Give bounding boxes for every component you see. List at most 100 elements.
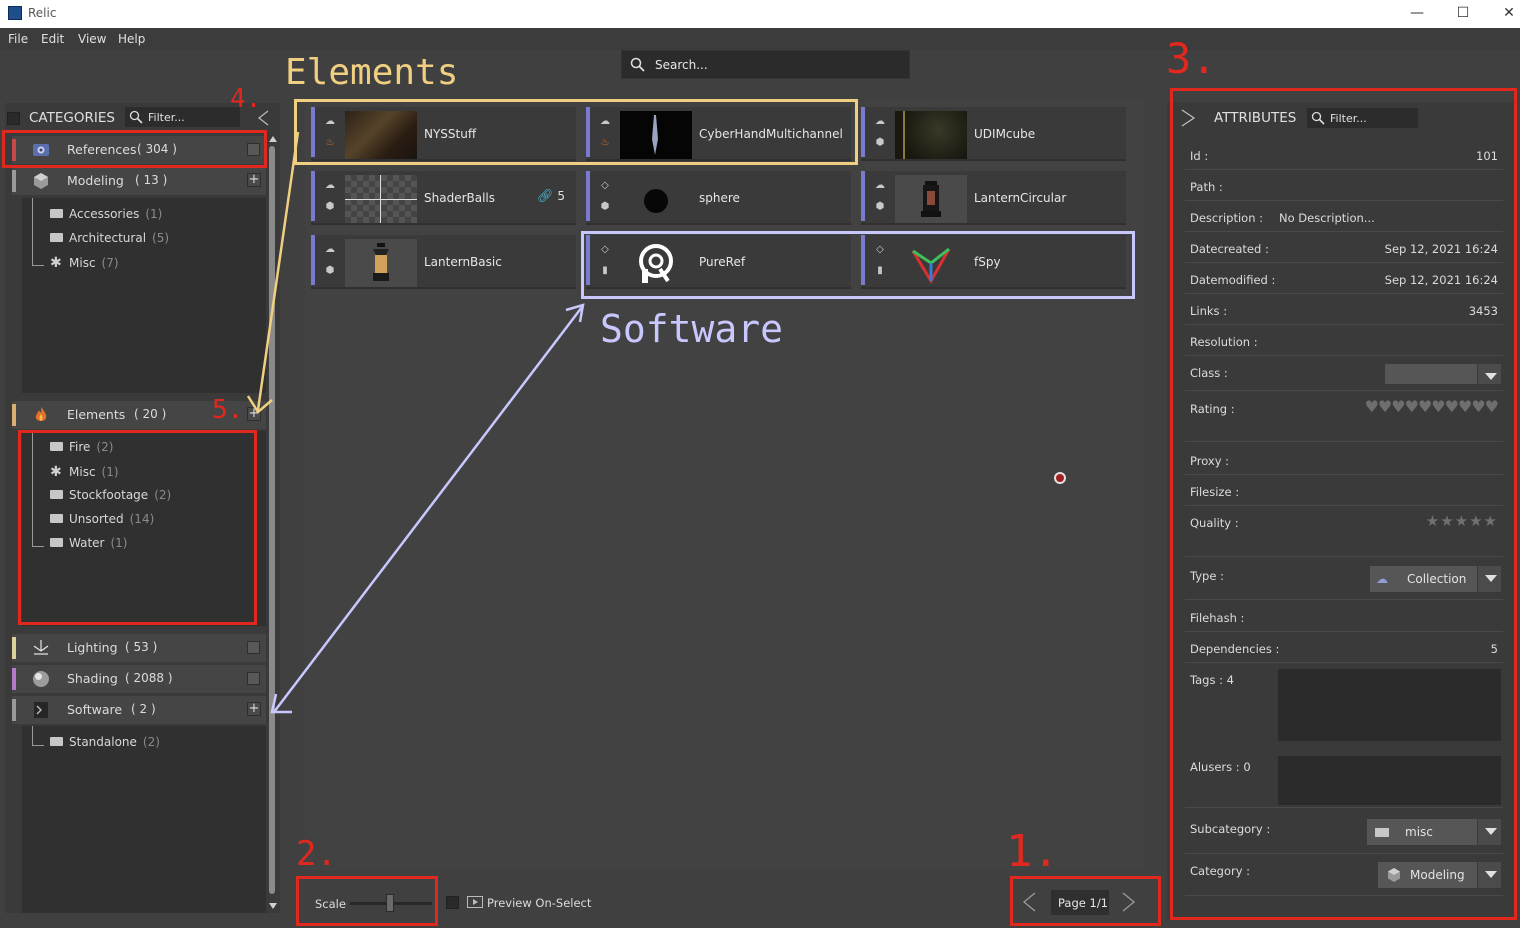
subcategory-count: (2) xyxy=(142,735,160,749)
minimize-button[interactable]: — xyxy=(1394,3,1440,25)
asset-tile[interactable]: ☁ ⬢ UDIMcube xyxy=(861,107,1126,161)
scrollbar-thumb[interactable] xyxy=(269,146,275,894)
category-color-swatch xyxy=(12,170,16,192)
menu-file[interactable]: File xyxy=(8,32,28,46)
asset-grid: ☁ ♨ NYSStuff ☁ ♨ CyberHandMultichannel ☁… xyxy=(305,100,1145,870)
subcategory-accessories[interactable]: Accessories (1) xyxy=(50,207,162,225)
asterisk-icon: ✱ xyxy=(50,255,62,271)
annotation-box-pagination xyxy=(1010,876,1161,926)
collection-icon: ☁ xyxy=(325,180,335,191)
category-color-swatch xyxy=(12,404,16,426)
add-subcategory-button[interactable]: + xyxy=(247,702,261,716)
search-input[interactable]: Search... xyxy=(621,50,910,79)
category-label: Shading xyxy=(67,671,118,686)
folder-icon xyxy=(50,737,63,746)
menu-view[interactable]: View xyxy=(78,32,106,46)
mouse-cursor xyxy=(1054,472,1066,484)
asset-thumbnail xyxy=(345,239,417,287)
asset-tile[interactable]: ◇ ⬢ sphere xyxy=(586,171,851,225)
subcategory-standalone[interactable]: Standalone (2) xyxy=(50,735,160,753)
categories-toggle-checkbox[interactable] xyxy=(7,112,20,125)
scroll-up-icon[interactable] xyxy=(269,136,277,142)
links-badge: 🔗︎ 5 xyxy=(537,189,565,204)
folder-icon xyxy=(50,209,63,218)
menu-help[interactable]: Help xyxy=(118,32,145,46)
category-checkbox[interactable] xyxy=(247,641,260,654)
category-color-swatch xyxy=(12,699,16,721)
category-label: Modeling xyxy=(67,173,124,188)
cube-icon: ⬢ xyxy=(325,265,335,276)
subcategory-count: (7) xyxy=(101,256,119,270)
filter-placeholder: Filter... xyxy=(148,111,185,124)
eye-icon: ◇ xyxy=(601,180,609,191)
software-subcategory-tree: Standalone (2) xyxy=(22,726,266,913)
category-count: ( 53 ) xyxy=(125,640,158,654)
categories-title: CATEGORIES xyxy=(29,110,115,126)
app-icon xyxy=(8,6,22,20)
category-lighting[interactable]: Lighting ( 53 ) xyxy=(12,634,266,662)
preview-icon xyxy=(467,896,483,908)
preview-label: Preview On-Select xyxy=(487,896,592,910)
maximize-button[interactable]: ☐ xyxy=(1440,3,1486,25)
annotation-box-software xyxy=(581,231,1135,299)
category-label: Elements xyxy=(67,407,126,422)
fire-icon xyxy=(32,406,50,424)
menu-edit[interactable]: Edit xyxy=(41,32,64,46)
cube-icon: ⬢ xyxy=(325,201,335,212)
asset-name: UDIMcube xyxy=(974,127,1036,141)
add-subcategory-button[interactable]: + xyxy=(247,173,261,187)
link-icon: 🔗︎ xyxy=(537,189,554,204)
light-icon xyxy=(32,639,50,657)
asset-tile[interactable]: ☁ ⬢ ShaderBalls 🔗︎ 5 xyxy=(311,171,576,225)
collection-icon: ☁ xyxy=(325,244,335,255)
category-software[interactable]: Software ( 2 ) + xyxy=(12,696,266,724)
menu-bar: File Edit View Help xyxy=(0,28,1520,50)
window-title: Relic xyxy=(28,6,57,20)
cube-icon: ⬢ xyxy=(875,201,885,212)
category-stripe xyxy=(861,107,865,157)
category-color-swatch xyxy=(12,668,16,690)
cube-icon xyxy=(32,172,50,190)
categories-filter-input[interactable]: Filter... xyxy=(125,107,240,127)
collection-icon: ☁ xyxy=(875,116,885,127)
annotation-number-2: 2. xyxy=(296,834,337,874)
shader-ball-icon xyxy=(32,670,50,688)
subcategory-label: Standalone xyxy=(69,735,137,749)
subcategory-label: Architectural xyxy=(69,231,147,245)
subcategory-count: (5) xyxy=(152,231,170,245)
category-stripe xyxy=(861,171,865,221)
category-stripe xyxy=(311,171,315,221)
asset-thumbnail xyxy=(345,175,417,223)
cube-icon: ⬢ xyxy=(600,201,610,212)
links-count: 5 xyxy=(557,189,565,203)
subcategory-misc[interactable]: ✱ Misc (7) xyxy=(50,255,119,273)
category-label: Software xyxy=(67,702,123,717)
category-checkbox[interactable] xyxy=(247,672,260,685)
subcategory-count: (1) xyxy=(145,207,163,221)
categories-scrollbar[interactable] xyxy=(267,136,277,911)
folder-icon xyxy=(50,233,63,242)
category-modeling[interactable]: Modeling ( 13 ) + xyxy=(12,167,266,195)
annotation-number-4: 4. xyxy=(230,84,262,114)
asset-tile[interactable]: ☁ ⬢ LanternCircular xyxy=(861,171,1126,225)
cube-icon: ⬢ xyxy=(875,137,885,148)
subcategory-architectural[interactable]: Architectural (5) xyxy=(50,231,169,249)
asset-name: LanternBasic xyxy=(424,255,502,269)
category-count: ( 13 ) xyxy=(135,173,168,187)
asset-name: LanternCircular xyxy=(974,191,1067,205)
annotation-number-3: 3. xyxy=(1166,34,1217,83)
scroll-down-icon[interactable] xyxy=(269,903,277,909)
category-shading[interactable]: Shading ( 2088 ) xyxy=(12,665,266,693)
category-count: ( 20 ) xyxy=(134,407,167,421)
category-count: ( 2088 ) xyxy=(125,671,173,685)
asset-thumbnail xyxy=(895,111,967,159)
category-count: ( 2 ) xyxy=(131,702,156,716)
add-subcategory-button[interactable]: + xyxy=(247,407,261,421)
category-label: Lighting xyxy=(67,640,118,655)
annotation-number-1: 1. xyxy=(1006,826,1059,877)
subcategory-label: Accessories xyxy=(69,207,140,221)
modeling-subcategory-tree: Accessories (1) Architectural (5) ✱ Misc (7) xyxy=(22,198,266,393)
close-button[interactable]: ✕ xyxy=(1486,3,1520,25)
preview-checkbox[interactable] xyxy=(446,896,459,909)
asset-tile[interactable]: ☁ ⬢ LanternBasic xyxy=(311,235,576,289)
